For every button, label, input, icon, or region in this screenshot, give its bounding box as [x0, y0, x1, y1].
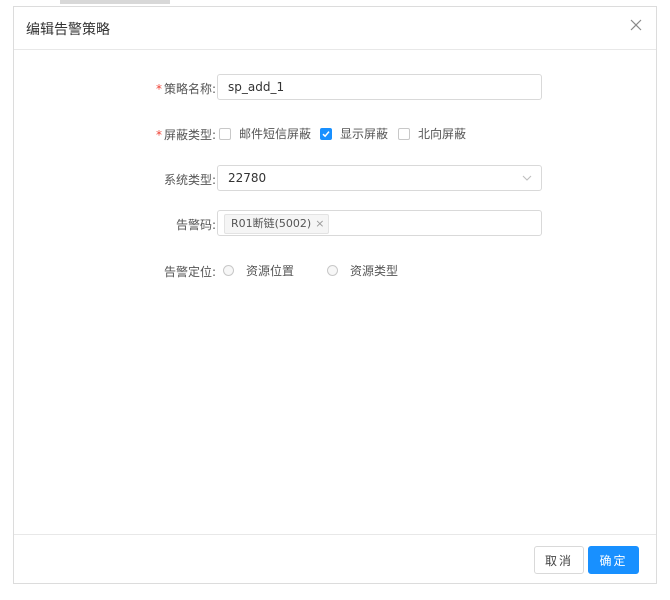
alarm-code-row: 告警码: R01断链(5002) ×: [14, 210, 656, 238]
resource-position-label: 资源位置: [246, 264, 295, 278]
close-icon: [630, 19, 642, 31]
background-page-fragment: [60, 0, 170, 4]
resource-type-label: 资源类型: [350, 264, 399, 278]
tag-remove-icon[interactable]: ×: [315, 215, 324, 233]
ok-button[interactable]: 确定: [588, 546, 639, 574]
chevron-down-icon: [522, 175, 532, 181]
edit-alarm-policy-dialog: 编辑告警策略 *策略名称: *屏蔽类型: 邮件短信屏蔽 显示屏蔽 北向屏蔽: [13, 6, 657, 584]
policy-name-row: * 策略名称:: [14, 74, 656, 102]
required-mark: *: [155, 82, 162, 96]
alarm-code-tag: R01断链(5002) ×: [224, 214, 330, 234]
resource-type-radio[interactable]: [327, 265, 338, 276]
alarm-code-tag-input[interactable]: R01断链(5002) ×: [217, 210, 542, 236]
location-option-resource-position[interactable]: 资源位置: [223, 262, 294, 279]
mask-option-email-sms[interactable]: 邮件短信屏蔽: [219, 125, 311, 142]
close-button[interactable]: [626, 15, 646, 35]
system-type-label: 系统类型:: [163, 173, 216, 187]
location-option-resource-type[interactable]: 资源类型: [327, 262, 398, 279]
system-type-row: 系统类型: 22780: [14, 165, 656, 193]
northbound-checkbox[interactable]: [398, 128, 410, 140]
email-sms-label: 邮件短信屏蔽: [239, 127, 312, 141]
alarm-location-label: 告警定位:: [163, 265, 216, 279]
northbound-label: 北向屏蔽: [418, 127, 467, 141]
mask-option-northbound[interactable]: 北向屏蔽: [398, 125, 466, 142]
mask-type-label: * 屏蔽类型:: [155, 128, 216, 142]
cancel-button[interactable]: 取消: [534, 546, 584, 574]
email-sms-checkbox[interactable]: [219, 128, 231, 140]
display-label: 显示屏蔽: [340, 127, 389, 141]
mask-option-display[interactable]: 显示屏蔽: [320, 125, 388, 142]
resource-position-radio[interactable]: [223, 265, 234, 276]
policy-name-input[interactable]: [217, 74, 542, 100]
dialog-footer: 取消 确定: [14, 534, 656, 583]
mask-type-row: * 屏蔽类型: 邮件短信屏蔽 显示屏蔽 北向屏蔽: [14, 120, 656, 148]
alarm-location-row: 告警定位: 资源位置 资源类型: [14, 257, 656, 285]
system-type-value: 22780: [228, 171, 267, 185]
dialog-title: 编辑告警策略: [26, 22, 110, 38]
alarm-code-label: 告警码:: [175, 218, 216, 232]
required-mark: *: [155, 128, 162, 142]
system-type-select[interactable]: 22780: [217, 165, 542, 191]
display-checkbox[interactable]: [320, 128, 332, 140]
alarm-code-tag-label: R01断链(5002): [231, 217, 312, 230]
dialog-header: 编辑告警策略: [14, 7, 656, 50]
checkmark-icon: [322, 131, 330, 138]
policy-name-label: * 策略名称:: [155, 82, 216, 96]
